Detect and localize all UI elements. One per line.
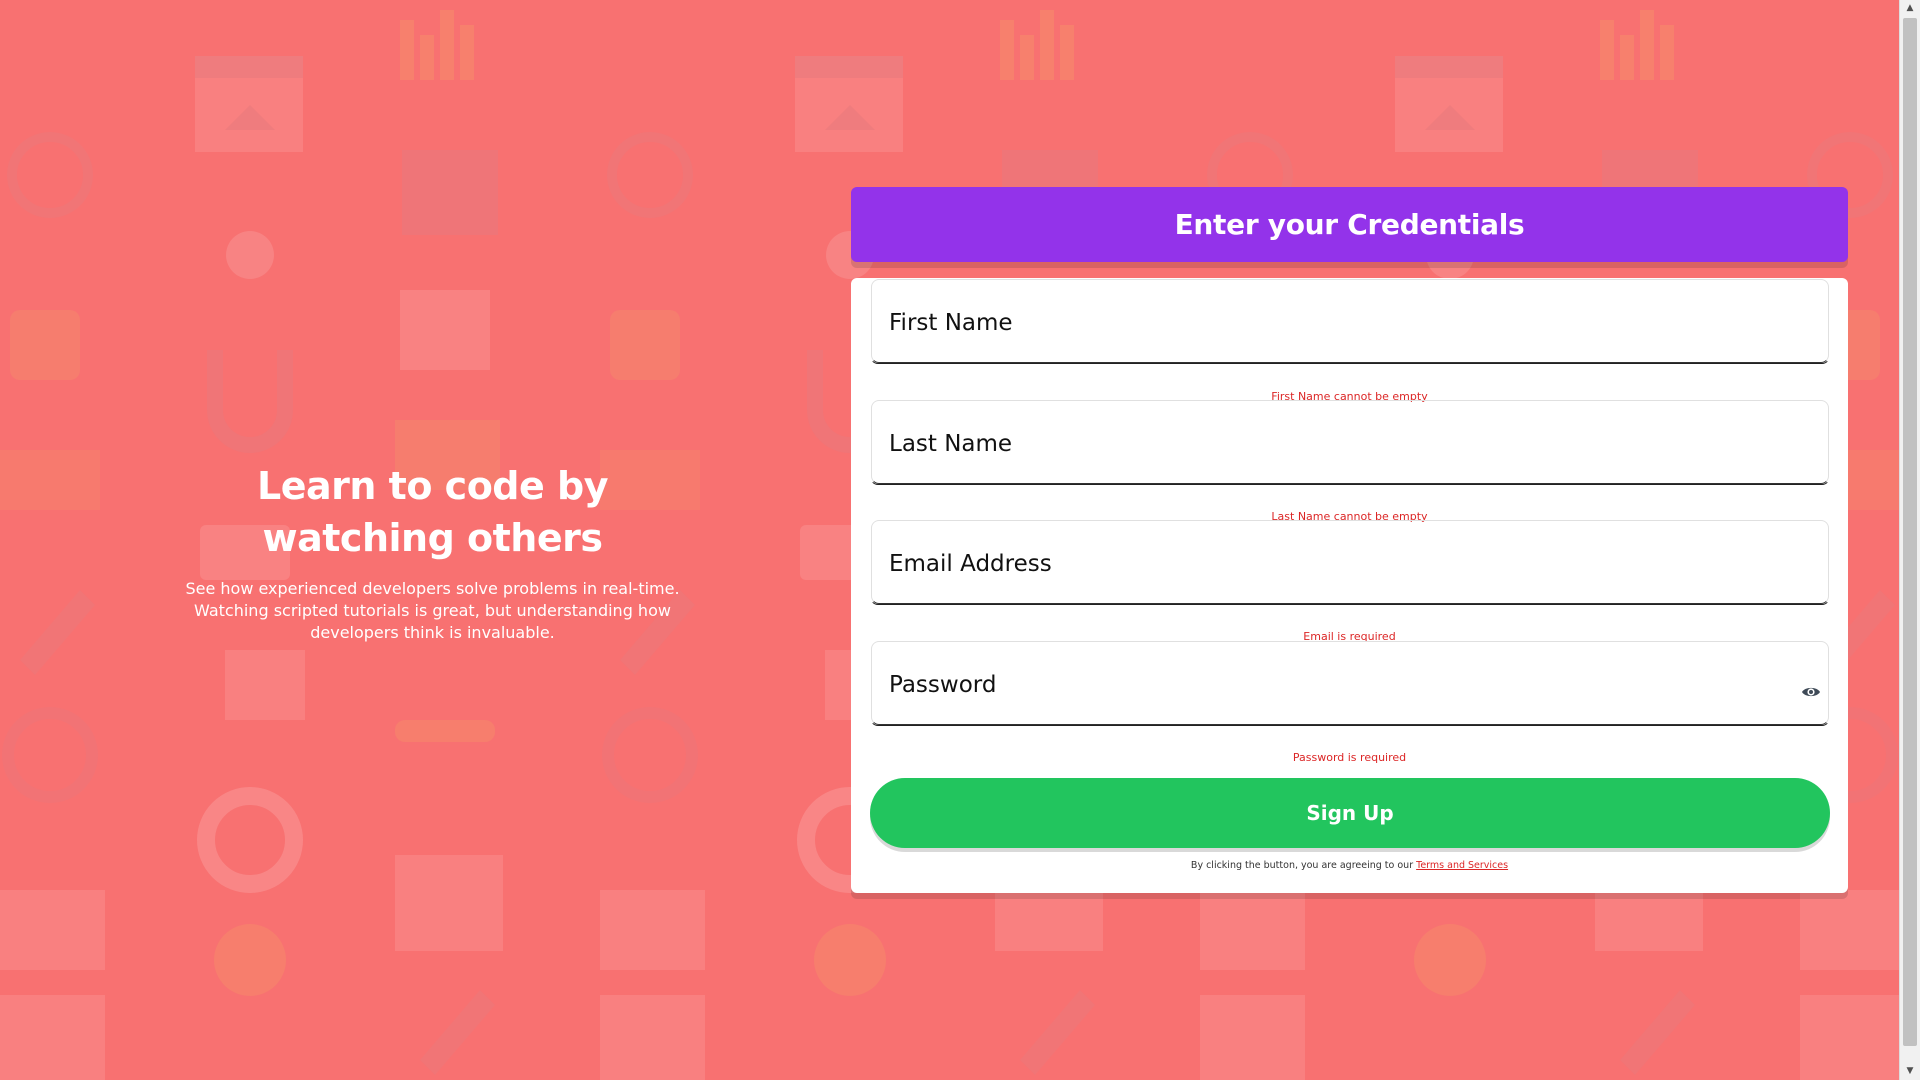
terms-link[interactable]: Terms and Services [1416, 860, 1508, 871]
hero-description-line1: See how experienced developers solve pro… [185, 579, 680, 598]
terms-text: By clicking the button, you are agreeing… [1190, 860, 1417, 871]
hero-title-line1: Learn to code by [257, 464, 608, 508]
signup-form: First Name cannot be empty Last Name can… [851, 278, 1848, 893]
eye-icon[interactable] [1801, 685, 1821, 699]
last-name-field [870, 399, 1830, 485]
email-input[interactable] [889, 544, 1789, 584]
signup-button[interactable]: Sign Up [870, 778, 1830, 848]
password-field [870, 640, 1830, 726]
hero-description: See how experienced developers solve pro… [185, 578, 680, 644]
hero-description-line3: developers think is invaluable. [310, 623, 555, 642]
hero-description-line2: Watching scripted tutorials is great, bu… [194, 601, 671, 620]
password-error: Password is required [1292, 751, 1407, 764]
first-name-input[interactable] [889, 303, 1789, 343]
hero-title: Learn to code by watching others [185, 460, 680, 564]
credentials-title: Enter your Credentials [1174, 208, 1525, 241]
scroll-down-arrow-icon[interactable]: ▼ [1900, 1063, 1920, 1080]
password-input[interactable] [889, 665, 1789, 705]
terms-notice: By clicking the button, you are agreeing… [851, 860, 1848, 871]
scroll-thumb[interactable] [1903, 18, 1917, 1046]
first-name-field [870, 278, 1830, 364]
scrollbar[interactable]: ▲ ▼ [1899, 0, 1920, 1080]
hero-section: Learn to code by watching others See how… [185, 460, 680, 644]
scroll-up-arrow-icon[interactable]: ▲ [1900, 0, 1920, 17]
credentials-header: Enter your Credentials [851, 187, 1848, 262]
hero-title-line2: watching others [262, 516, 603, 560]
email-field [870, 519, 1830, 605]
last-name-input[interactable] [889, 424, 1789, 464]
